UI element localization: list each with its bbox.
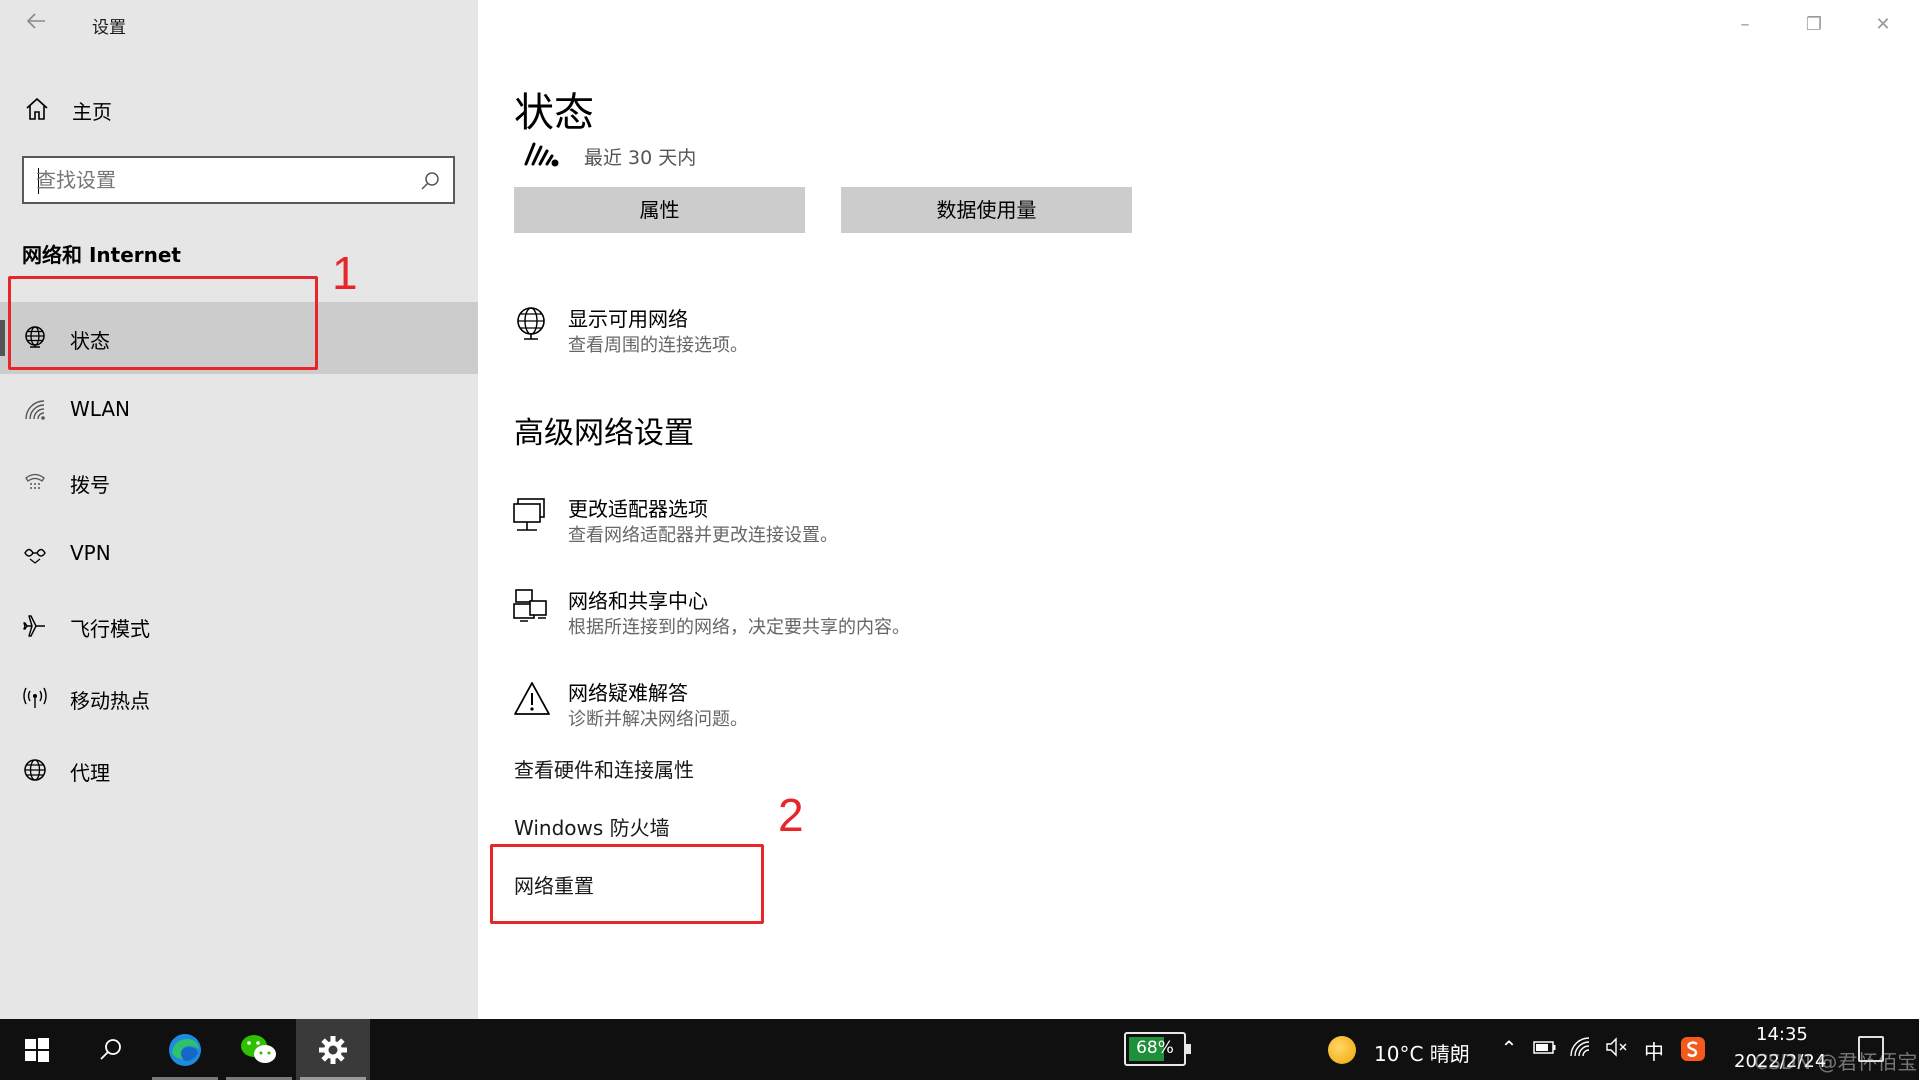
sidebar-item-label: VPN [70,541,111,565]
edge-icon [169,1033,201,1066]
watermark: CSDN @君怀佰宝 [1754,1050,1918,1074]
search-box[interactable] [22,156,455,204]
battery-indicator[interactable]: 68% [1124,1032,1191,1066]
sun-icon[interactable] [1328,1036,1356,1064]
firewall-link[interactable]: Windows 防火墙 [514,812,670,841]
minimize-button[interactable]: – [1722,8,1768,42]
show-networks-title: 显示可用网络 [568,307,688,331]
hardware-properties-link[interactable]: 查看硬件和连接属性 [514,754,694,783]
back-arrow-icon[interactable] [22,10,50,38]
tray-volume-muted-icon[interactable] [1604,1036,1630,1063]
troubleshoot-desc: 诊断并解决网络问题。 [568,709,748,730]
ime-indicator[interactable]: 中 [1640,1036,1668,1065]
search-input[interactable] [36,166,406,194]
change-adapter-link[interactable]: 更改适配器选项 查看网络适配器并更改连接设置。 [512,493,1212,553]
taskbar-settings[interactable] [296,1019,370,1080]
weather-widget[interactable]: 10°C 晴朗 [1374,1038,1470,1067]
taskbar-wechat[interactable] [222,1019,296,1080]
sidebar-item-dialup[interactable]: 拨号 [0,446,478,518]
windows-logo-icon [25,1037,49,1062]
taskbar-edge[interactable] [148,1019,222,1080]
show-hidden-icons-chevron-icon[interactable]: ⌃ [1496,1036,1522,1060]
annotation-box-2 [490,844,764,924]
sogou-input-icon[interactable] [1678,1036,1708,1067]
taskbar-search-button[interactable] [74,1019,148,1080]
sidebar-item-label: 拨号 [70,473,110,497]
proxy-globe-icon [22,757,48,783]
annotation-box-1 [8,276,318,370]
gear-icon [319,1035,347,1064]
sharing-center-link[interactable]: 网络和共享中心 根据所连接到的网络，决定要共享的内容。 [512,585,1212,645]
sidebar-home-label: 主页 [72,100,112,124]
troubleshoot-link[interactable]: 网络疑难解答 诊断并解决网络问题。 [512,677,1212,737]
sharing-center-icon [512,587,552,627]
sidebar-item-label: WLAN [70,397,131,421]
home-icon [24,96,50,122]
dialup-icon [22,469,48,495]
sidebar-home[interactable]: 主页 [0,86,478,132]
sidebar-item-label: 代理 [70,761,110,785]
change-adapter-desc: 查看网络适配器并更改连接设置。 [568,525,838,546]
tray-battery-icon[interactable] [1532,1036,1558,1063]
show-networks-link[interactable]: 显示可用网络 查看周围的连接选项。 [512,303,1212,363]
hotspot-icon [22,685,48,711]
airplane-icon [22,613,48,639]
sidebar-item-wlan[interactable]: WLAN [0,374,478,446]
sidebar-item-label: 飞行模式 [70,617,150,641]
section-title: 网络和 Internet [22,243,181,267]
selection-indicator [0,320,5,356]
wifi-signal-icon [522,140,562,168]
start-button[interactable] [0,1019,74,1080]
sharing-center-desc: 根据所连接到的网络，决定要共享的内容。 [568,617,910,638]
wifi-summary: 最近 30 天内 [584,147,697,169]
properties-button[interactable]: 属性 [514,187,805,233]
search-icon[interactable] [419,170,441,192]
battery-nub [1186,1044,1191,1054]
clock-time[interactable]: 14:35 [1756,1024,1808,1045]
page-title: 状态 [514,90,594,136]
sidebar-item-hotspot[interactable]: 移动热点 [0,662,478,734]
notification-center-icon[interactable] [1858,1036,1884,1062]
battery-percent: 68% [1136,1038,1174,1058]
vpn-icon [22,541,48,567]
change-adapter-title: 更改适配器选项 [568,497,708,521]
sidebar: 设置 主页 网络和 Internet 状态 WLAN 拨号 [0,0,478,1019]
app-title: 设置 [92,18,126,38]
sidebar-item-vpn[interactable]: VPN [0,518,478,590]
wifi-icon [22,397,48,423]
annotation-number-2: 2 [778,789,804,841]
sidebar-item-proxy[interactable]: 代理 [0,734,478,806]
warning-icon [512,679,552,719]
sharing-center-title: 网络和共享中心 [568,589,708,613]
tray-wifi-icon[interactable] [1568,1036,1594,1063]
annotation-number-1: 1 [332,247,358,299]
show-networks-desc: 查看周围的连接选项。 [568,335,748,356]
globe-network-icon [512,305,552,345]
advanced-settings-heading: 高级网络设置 [514,416,694,451]
restore-button[interactable]: ❐ [1791,8,1837,42]
sidebar-item-label: 移动热点 [70,689,150,713]
wechat-icon [241,1034,276,1063]
data-usage-button[interactable]: 数据使用量 [841,187,1132,233]
sidebar-item-airplane[interactable]: 飞行模式 [0,590,478,662]
close-button[interactable]: ✕ [1860,8,1906,42]
taskbar [0,1019,1919,1080]
search-icon [100,1038,121,1060]
adapter-icon [512,495,552,535]
troubleshoot-title: 网络疑难解答 [568,681,688,705]
